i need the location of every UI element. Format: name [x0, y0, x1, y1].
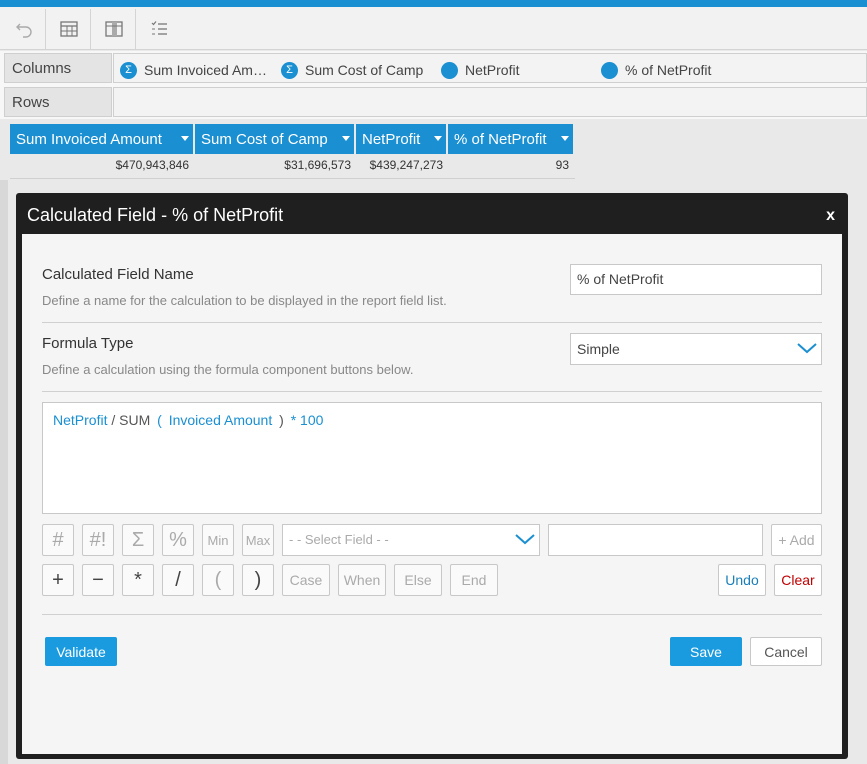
formula-type-value: Simple — [577, 341, 620, 357]
table-icon — [59, 21, 78, 37]
formula-token-paren[interactable]: ) — [279, 412, 284, 428]
chevron-down-icon — [797, 343, 817, 354]
rows-label: Rows — [4, 87, 112, 117]
calculated-field-dialog: Calculated Field - % of NetProfit x Calc… — [16, 193, 848, 759]
select-field-placeholder: - - Select Field - - — [289, 532, 389, 547]
columns-icon — [104, 21, 123, 37]
validate-button[interactable]: Validate — [45, 637, 117, 666]
columns-shelf: Columns Σ Sum Invoiced Am… Σ Sum Cost of… — [0, 51, 867, 85]
column-pill-cost[interactable]: Σ Sum Cost of Camp — [281, 60, 423, 80]
field-name-title: Calculated Field Name — [42, 266, 194, 283]
left-panel-edge — [0, 180, 8, 764]
grid-header-netprofit[interactable]: NetProfit — [356, 124, 446, 154]
formula-type-select[interactable]: Simple — [570, 333, 822, 365]
pill-label: NetProfit — [465, 62, 520, 78]
column-pill-pct-netprofit[interactable]: % of NetProfit — [601, 60, 711, 80]
else-button[interactable]: Else — [394, 564, 442, 596]
columns-drop-area[interactable]: Σ Sum Invoiced Am… Σ Sum Cost of Camp Ne… — [113, 53, 867, 83]
column-pill-netprofit[interactable]: NetProfit — [441, 60, 519, 80]
formula-type-title: Formula Type — [42, 335, 134, 352]
formula-type-desc: Define a calculation using the formula c… — [42, 362, 414, 377]
add-button[interactable]: + Add — [771, 524, 822, 556]
dropdown-caret-icon[interactable] — [561, 136, 569, 141]
pill-label: Sum Invoiced Am… — [144, 62, 267, 78]
dialog-body: Calculated Field Name Define a name for … — [22, 234, 842, 754]
open-paren-button[interactable]: ( — [202, 564, 234, 596]
plus-button[interactable]: + — [42, 564, 74, 596]
dropdown-caret-icon[interactable] — [181, 136, 189, 141]
end-button[interactable]: End — [450, 564, 498, 596]
formula-editor[interactable]: NetProfit / SUM ( Invoiced Amount ) * 10… — [42, 402, 822, 514]
sum-icon: Σ — [120, 61, 137, 79]
formula-token-operator[interactable]: / — [111, 412, 115, 428]
formula-token-field[interactable]: Invoiced Amount — [169, 412, 273, 428]
list-button[interactable] — [137, 9, 181, 49]
header-label: Sum Cost of Camp — [201, 131, 328, 148]
columns-label: Columns — [4, 53, 112, 83]
header-label: NetProfit — [362, 131, 421, 148]
close-paren-button[interactable]: ) — [242, 564, 274, 596]
grid-header-invoiced[interactable]: Sum Invoiced Amount — [10, 124, 193, 154]
select-field-dropdown[interactable]: - - Select Field - - — [282, 524, 540, 556]
pill-label: % of NetProfit — [625, 62, 712, 78]
min-button[interactable]: Min — [202, 524, 234, 556]
dropdown-caret-icon[interactable] — [342, 136, 350, 141]
rows-shelf: Rows — [0, 85, 867, 119]
clear-button[interactable]: Clear — [774, 564, 822, 596]
header-label: Sum Invoiced Amount — [16, 131, 162, 148]
field-name-input[interactable]: % of NetProfit — [570, 264, 822, 295]
number-button[interactable]: # — [42, 524, 74, 556]
cancel-button[interactable]: Cancel — [750, 637, 822, 666]
columns-button[interactable] — [92, 9, 136, 49]
grid-header-cost[interactable]: Sum Cost of Camp — [195, 124, 354, 154]
list-icon — [151, 21, 167, 35]
formula-token-field[interactable]: NetProfit — [53, 412, 107, 428]
close-button[interactable]: x — [826, 207, 835, 225]
minus-button[interactable]: − — [82, 564, 114, 596]
when-button[interactable]: When — [338, 564, 386, 596]
number-format-button[interactable]: #! — [82, 524, 114, 556]
formula-token-number[interactable]: 100 — [300, 412, 323, 428]
divider — [42, 322, 822, 323]
grid-cell-pct-netprofit: 93 — [555, 158, 569, 172]
formula-token-operator[interactable]: * — [291, 412, 296, 428]
dialog-title: Calculated Field - % of NetProfit — [27, 205, 284, 225]
header-label: % of NetProfit — [454, 131, 547, 148]
pill-label: Sum Cost of Camp — [305, 62, 424, 78]
calc-icon — [601, 61, 618, 79]
multiply-button[interactable]: * — [122, 564, 154, 596]
field-name-desc: Define a name for the calculation to be … — [42, 293, 447, 308]
undo-formula-button[interactable]: Undo — [718, 564, 766, 596]
sum-button[interactable]: Σ — [122, 524, 154, 556]
toolbar — [0, 7, 867, 50]
chevron-down-icon — [515, 534, 535, 545]
dropdown-caret-icon[interactable] — [434, 136, 442, 141]
grid-divider — [10, 178, 575, 179]
column-pill-invoiced[interactable]: Σ Sum Invoiced Am… — [120, 60, 267, 80]
grid-cell-cost: $31,696,573 — [284, 158, 351, 172]
max-button[interactable]: Max — [242, 524, 274, 556]
divide-button[interactable]: / — [162, 564, 194, 596]
undo-button[interactable] — [2, 9, 46, 49]
case-button[interactable]: Case — [282, 564, 330, 596]
save-button[interactable]: Save — [670, 637, 742, 666]
grid-header-pct-netprofit[interactable]: % of NetProfit — [448, 124, 573, 154]
top-accent-bar — [0, 0, 867, 7]
grid-cell-invoiced: $470,943,846 — [115, 158, 189, 172]
grid-cell-netprofit: $439,247,273 — [369, 158, 443, 172]
undo-icon — [15, 23, 32, 38]
formula-token-paren[interactable]: ( — [157, 412, 162, 428]
rows-drop-area[interactable] — [113, 87, 867, 117]
percent-button[interactable]: % — [162, 524, 194, 556]
divider — [42, 614, 822, 615]
divider — [42, 391, 822, 392]
formula-token-function[interactable]: SUM — [119, 412, 150, 428]
constant-input[interactable] — [548, 524, 763, 556]
calc-icon — [441, 61, 458, 79]
table-button[interactable] — [47, 9, 91, 49]
sum-icon: Σ — [281, 61, 298, 79]
